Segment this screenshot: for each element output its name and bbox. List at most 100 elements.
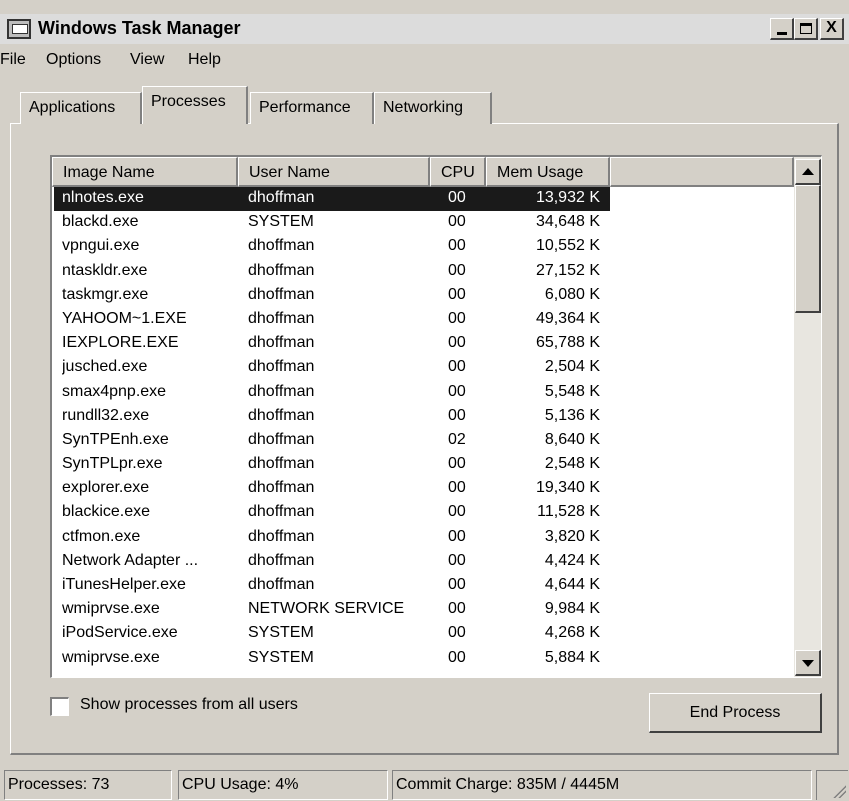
table-row[interactable]: smax4pnp.exe dhoffman 00 5,548 K — [52, 381, 794, 405]
table-row[interactable]: YAHOOM~1.EXE dhoffman 00 49,364 K — [52, 308, 794, 332]
scroll-down-button[interactable] — [795, 650, 821, 676]
process-cpu: 00 — [448, 237, 466, 255]
process-mem-usage: 2,504 K — [544, 358, 600, 376]
process-cpu: 00 — [448, 189, 466, 206]
process-image-name: ctfmon.exe — [62, 527, 141, 545]
process-user-name: dhoffman — [248, 334, 315, 352]
close-button[interactable]: X — [820, 18, 844, 40]
process-cpu: 00 — [448, 406, 466, 424]
column-header-filler — [610, 157, 794, 187]
process-mem-usage: 3,820 K — [544, 527, 600, 545]
tab-performance[interactable]: Performance — [250, 92, 374, 124]
process-cpu: 00 — [448, 285, 466, 303]
process-user-name: dhoffman — [248, 430, 315, 448]
process-user-name: dhoffman — [248, 455, 315, 473]
process-image-name: SynTPEnh.exe — [62, 430, 169, 448]
menu-file[interactable]: File — [0, 51, 26, 69]
process-cpu: 00 — [448, 455, 466, 473]
process-image-name: ntaskldr.exe — [62, 261, 148, 279]
menu-view[interactable]: View — [130, 51, 164, 69]
table-row[interactable]: ctfmon.exe dhoffman 00 3,820 K — [52, 526, 794, 550]
table-row[interactable]: jusched.exe dhoffman 00 2,504 K — [52, 356, 794, 380]
table-row[interactable]: nlnotes.exe dhoffman 00 13,932 K — [52, 187, 794, 211]
process-mem-usage: 5,136 K — [544, 406, 600, 424]
tab-applications[interactable]: Applications — [20, 92, 142, 124]
menu-options[interactable]: Options — [46, 51, 101, 69]
column-image-name[interactable]: Image Name — [52, 157, 238, 187]
column-cpu[interactable]: CPU — [430, 157, 486, 187]
process-user-name: SYSTEM — [248, 648, 314, 666]
end-process-button[interactable]: End Process — [649, 693, 822, 733]
table-row[interactable]: ntaskldr.exe dhoffman 00 27,152 K — [52, 260, 794, 284]
show-all-users-label[interactable]: Show processes from all users — [80, 696, 298, 714]
arrow-down-icon — [802, 660, 814, 667]
table-row[interactable]: iTunesHelper.exe dhoffman 00 4,644 K — [52, 574, 794, 598]
table-row[interactable]: SynTPEnh.exe dhoffman 02 8,640 K — [52, 429, 794, 453]
table-row[interactable]: blackd.exe SYSTEM 00 34,648 K — [52, 211, 794, 235]
process-cpu: 00 — [448, 527, 466, 545]
process-image-name: SynTPLpr.exe — [62, 455, 163, 473]
process-mem-usage: 4,424 K — [544, 551, 600, 569]
menu-help[interactable]: Help — [188, 51, 221, 69]
checkbox-box[interactable] — [50, 697, 69, 716]
tab-processes[interactable]: Processes — [142, 86, 248, 124]
column-mem-usage[interactable]: Mem Usage — [486, 157, 610, 187]
process-image-name: taskmgr.exe — [62, 285, 149, 303]
process-image-name: nlnotes.exe — [62, 189, 144, 206]
task-manager-icon — [7, 19, 31, 39]
process-user-name: dhoffman — [248, 309, 315, 327]
table-row[interactable]: IEXPLORE.EXE dhoffman 00 65,788 K — [52, 332, 794, 356]
process-mem-usage: 5,548 K — [544, 382, 600, 400]
table-row[interactable]: vpngui.exe dhoffman 00 10,552 K — [52, 235, 794, 259]
process-user-name: dhoffman — [248, 551, 315, 569]
process-user-name: NETWORK SERVICE — [248, 600, 405, 618]
process-image-name: wmiprvse.exe — [62, 600, 160, 618]
table-row[interactable]: wmiprvse.exe SYSTEM 00 5,884 K — [52, 647, 794, 671]
table-row[interactable]: blackice.exe dhoffman 00 11,528 K — [52, 501, 794, 525]
table-row[interactable]: explorer.exe dhoffman 00 19,340 K — [52, 477, 794, 501]
scroll-thumb[interactable] — [795, 185, 821, 313]
process-user-name: SYSTEM — [248, 624, 314, 642]
status-cpu-usage: CPU Usage: 4% — [178, 770, 388, 800]
scroll-up-button[interactable] — [795, 159, 821, 185]
tab-networking[interactable]: Networking — [374, 92, 492, 124]
process-mem-usage: 6,080 K — [544, 285, 600, 303]
status-commit-charge: Commit Charge: 835M / 4445M — [392, 770, 812, 800]
process-user-name: dhoffman — [248, 382, 315, 400]
process-image-name: blackd.exe — [62, 213, 139, 231]
process-mem-usage: 8,640 K — [544, 430, 600, 448]
process-user-name: dhoffman — [248, 406, 315, 424]
process-cpu: 00 — [448, 309, 466, 327]
process-user-name: SYSTEM — [248, 213, 314, 231]
process-cpu: 00 — [448, 648, 466, 666]
column-header: Image Name User Name CPU Mem Usage — [52, 157, 794, 187]
process-image-name: jusched.exe — [62, 358, 148, 376]
process-image-name: iPodService.exe — [62, 624, 178, 642]
vertical-scrollbar[interactable] — [794, 157, 821, 677]
process-user-name: dhoffman — [248, 189, 315, 206]
table-row[interactable]: rundll32.exe dhoffman 00 5,136 K — [52, 405, 794, 429]
process-cpu: 00 — [448, 576, 466, 593]
process-cpu: 00 — [448, 551, 466, 569]
window-title: Windows Task Manager — [38, 18, 241, 38]
table-row[interactable]: taskmgr.exe dhoffman 00 6,080 K — [52, 284, 794, 308]
process-cpu: 00 — [448, 213, 466, 231]
arrow-up-icon — [802, 168, 814, 175]
process-image-name: smax4pnp.exe — [62, 382, 167, 400]
process-list[interactable]: Image Name User Name CPU Mem Usage nlnot… — [50, 155, 822, 678]
title-bar[interactable]: Windows Task Manager X — [0, 14, 849, 44]
column-user-name[interactable]: User Name — [238, 157, 430, 187]
process-user-name: dhoffman — [248, 576, 315, 593]
size-grip-icon[interactable] — [816, 770, 848, 800]
process-user-name: dhoffman — [248, 527, 315, 545]
table-row[interactable]: iPodService.exe SYSTEM 00 4,268 K — [52, 622, 794, 646]
status-bar: Processes: 73 CPU Usage: 4% Commit Charg… — [0, 768, 849, 801]
table-row[interactable]: Network Adapter ... dhoffman 00 4,424 K — [52, 550, 794, 574]
process-user-name: dhoffman — [248, 237, 315, 255]
process-cpu: 00 — [448, 503, 466, 521]
process-mem-usage: 4,268 K — [544, 624, 600, 642]
maximize-button[interactable] — [794, 18, 818, 40]
minimize-button[interactable] — [770, 18, 794, 40]
table-row[interactable]: wmiprvse.exe NETWORK SERVICE 00 9,984 K — [52, 598, 794, 622]
table-row[interactable]: SynTPLpr.exe dhoffman 00 2,548 K — [52, 453, 794, 477]
